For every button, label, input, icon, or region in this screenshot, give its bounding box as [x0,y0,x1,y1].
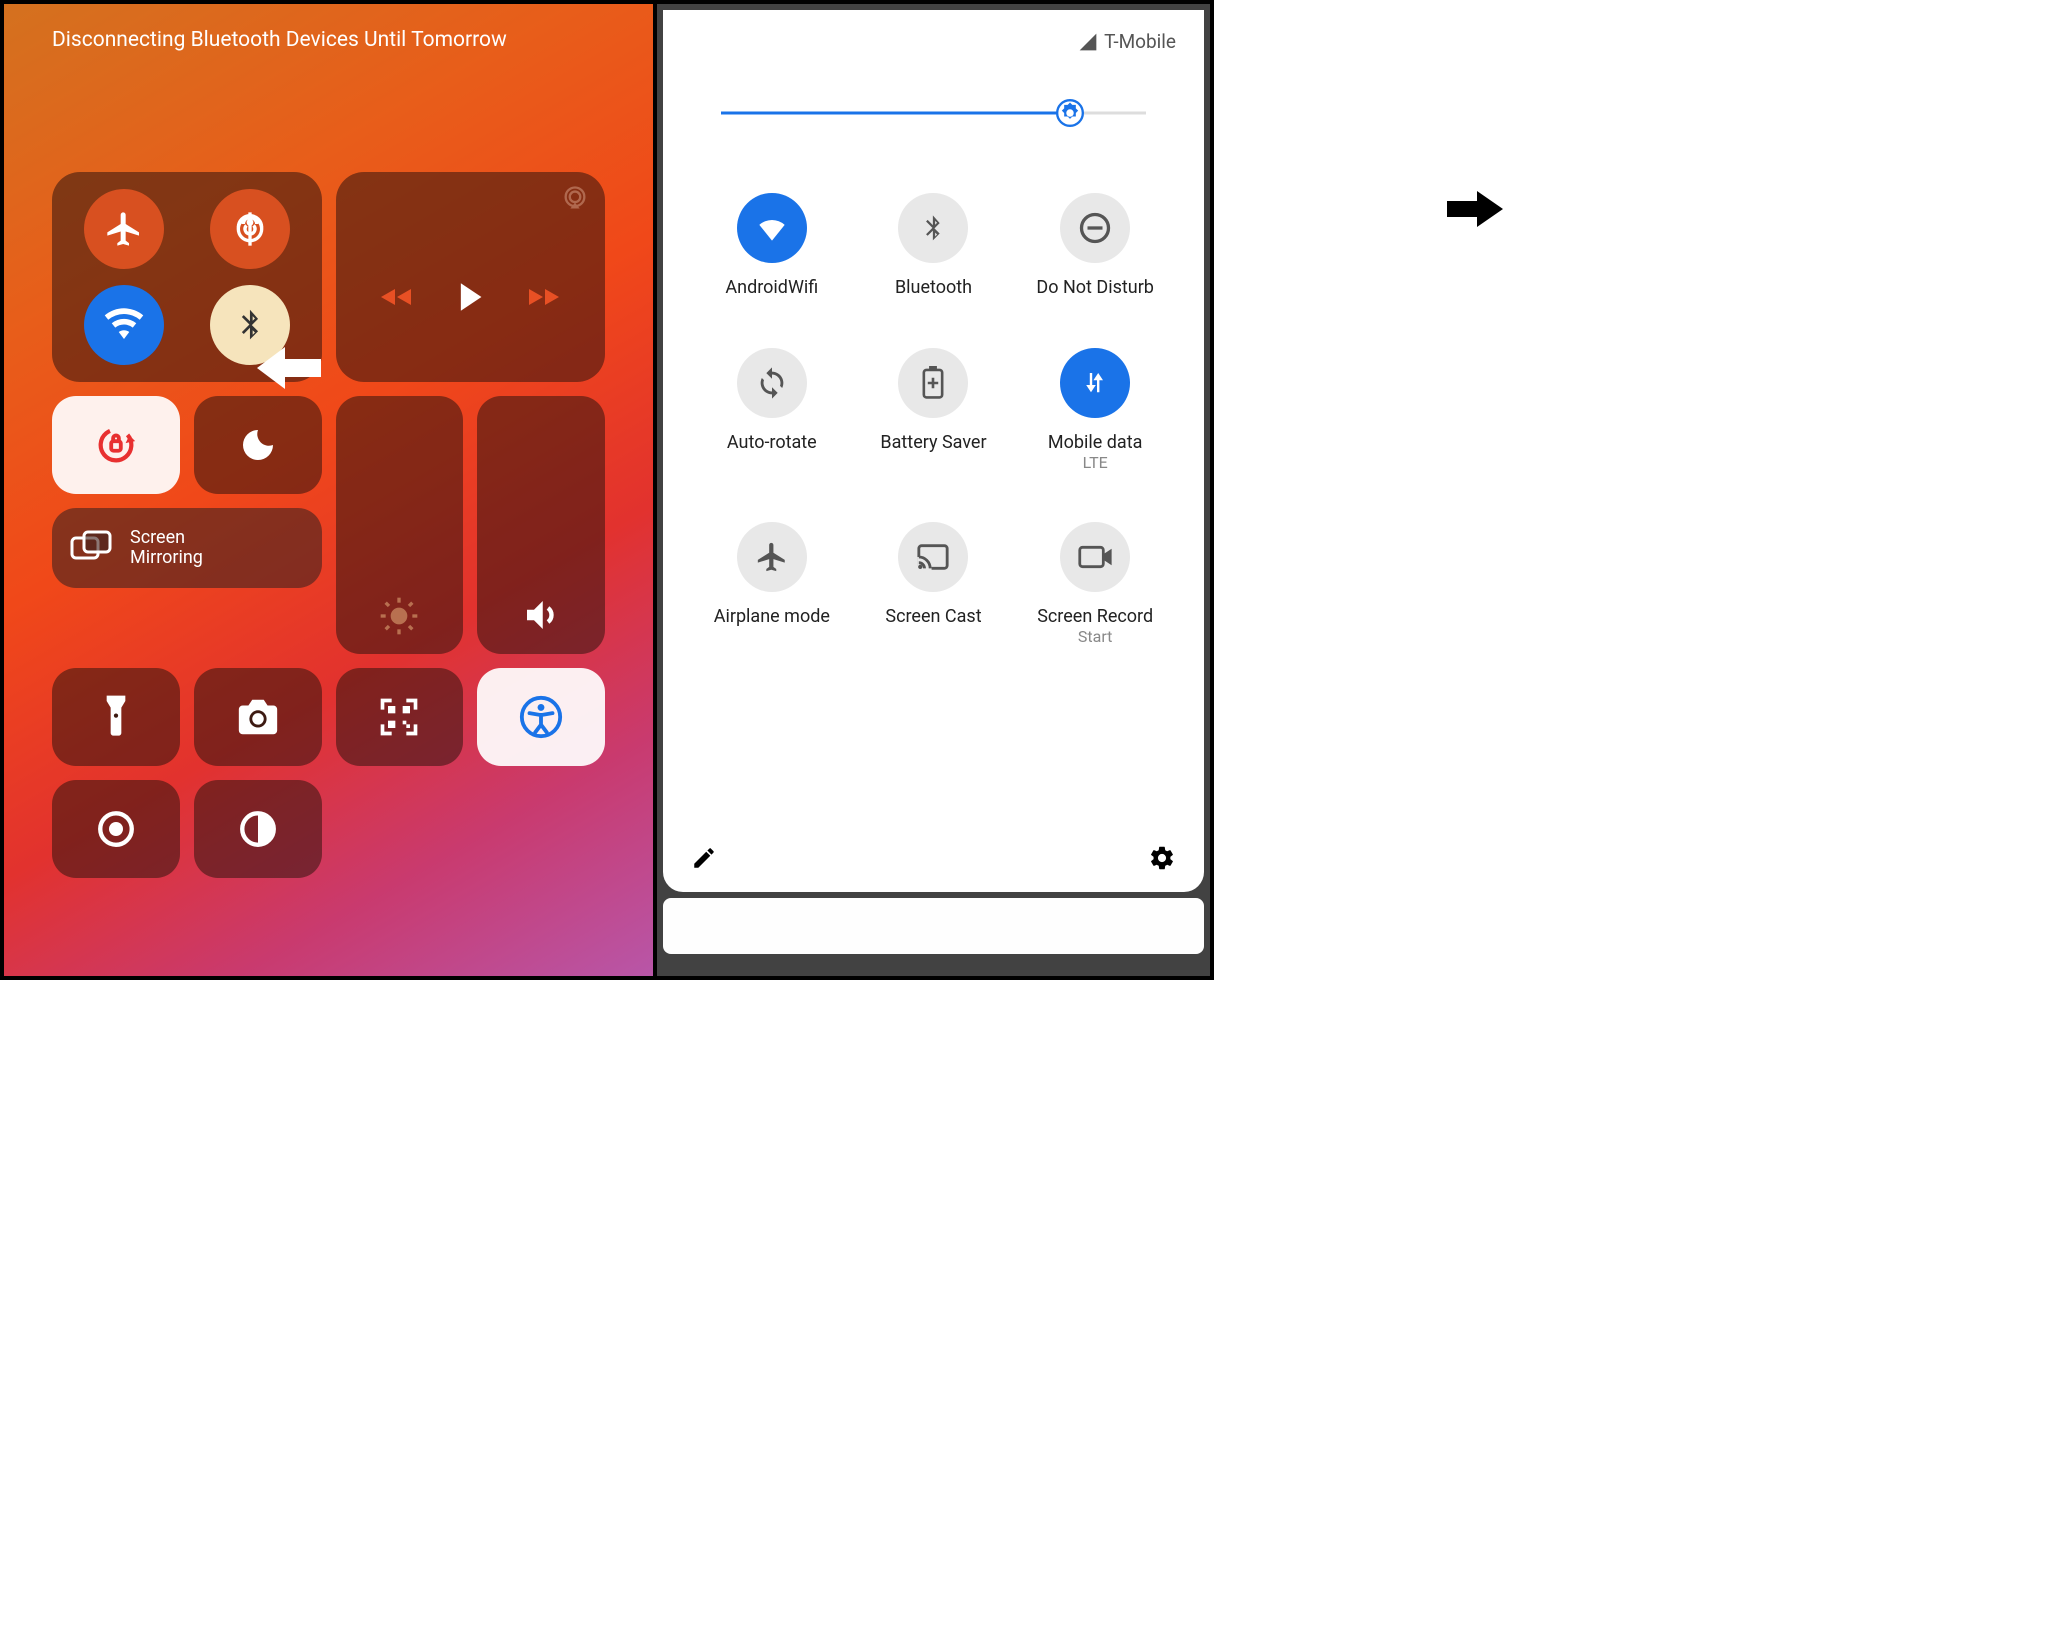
brightness-slider[interactable] [721,93,1146,133]
media-controls-tile [336,172,606,382]
cellular-icon [230,209,270,249]
rotation-lock-icon [93,422,139,468]
battery-icon [919,366,947,400]
brightness-slider[interactable] [336,396,464,654]
data-icon [1079,367,1111,399]
bluetooth-icon [917,212,949,244]
pencil-icon [691,845,717,871]
qr-scanner-button[interactable] [336,668,464,766]
qs-wifi[interactable]: AndroidWifi [691,193,853,298]
qs-mobile-data[interactable]: Mobile data LTE [1014,348,1176,472]
qr-icon [377,695,421,739]
volume-icon [520,594,562,636]
record-icon [95,808,137,850]
qs-bluetooth[interactable]: Bluetooth [853,193,1015,298]
flashlight-button[interactable] [52,668,180,766]
cellular-toggle[interactable] [210,189,290,269]
do-not-disturb-toggle[interactable] [194,396,322,494]
contrast-icon [237,808,279,850]
android-nav-bar [663,898,1204,954]
accessibility-icon [518,694,564,740]
screen-mirroring-button[interactable]: ScreenMirroring [52,508,322,588]
camera-button[interactable] [194,668,322,766]
brightness-thumb-icon [1056,99,1084,127]
screen-mirroring-icon [70,530,114,566]
signal-icon [1078,32,1098,52]
record-icon [1077,543,1113,571]
orientation-lock-toggle[interactable] [52,396,180,494]
carrier-label: T-Mobile [1104,30,1176,53]
dark-mode-button[interactable] [194,780,322,878]
ios-control-center: Disconnecting Bluetooth Devices Until To… [0,0,655,980]
moon-icon [238,425,278,465]
qs-screen-cast[interactable]: Screen Cast [853,522,1015,646]
screen-record-button[interactable] [52,780,180,878]
annotation-arrow-left [257,345,321,391]
gear-icon [1148,844,1176,872]
edit-button[interactable] [691,845,717,871]
rotate-icon [755,366,789,400]
camera-icon [235,697,281,737]
android-quick-settings: T-Mobile AndroidWifi Bluetooth D [655,0,1214,980]
wifi-icon [753,209,791,247]
settings-button[interactable] [1148,844,1176,872]
volume-slider[interactable] [477,396,605,654]
airplane-icon [755,540,789,574]
forward-button[interactable] [527,285,561,309]
status-bar: T-Mobile [691,30,1176,53]
qs-battery-saver[interactable]: Battery Saver [853,348,1015,472]
qs-airplane[interactable]: Airplane mode [691,522,853,646]
airplane-mode-toggle[interactable] [84,189,164,269]
bluetooth-icon [232,307,268,343]
airplay-icon[interactable] [561,184,589,212]
cast-icon [916,542,950,572]
qs-auto-rotate[interactable]: Auto-rotate [691,348,853,472]
annotation-arrow-right [1447,189,1503,229]
screen-mirroring-label: ScreenMirroring [130,528,203,568]
play-button[interactable] [456,281,484,313]
accessibility-button[interactable] [477,668,605,766]
dnd-icon [1077,210,1113,246]
rewind-button[interactable] [379,285,413,309]
qs-screen-record[interactable]: Screen Record Start [1014,522,1176,646]
ios-toast: Disconnecting Bluetooth Devices Until To… [52,28,605,52]
flashlight-icon [102,693,130,741]
brightness-icon [379,596,419,636]
wifi-toggle[interactable] [84,285,164,365]
qs-dnd[interactable]: Do Not Disturb [1014,193,1176,298]
airplane-icon [104,209,144,249]
wifi-icon [103,304,145,346]
